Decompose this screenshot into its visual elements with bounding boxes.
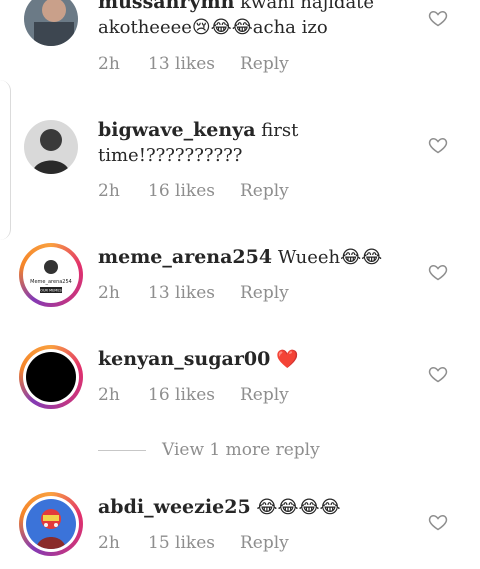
comment-text: kenyan_sugar00 ❤️ [98, 347, 398, 372]
avatar-story-ring[interactable] [19, 345, 83, 409]
comment-body-continued: acha izo [252, 17, 328, 38]
comment-username[interactable]: meme_arena254 [98, 246, 272, 268]
comment-likes[interactable]: 16 likes [148, 181, 240, 201]
comment-username[interactable]: abdi_weezie25 [98, 496, 251, 518]
red-heart-icon: ❤️ [276, 349, 299, 370]
comment-time: 2h [98, 385, 120, 405]
cartoon-avatar [26, 499, 76, 549]
divider [98, 449, 146, 451]
comment-meta: 2h 16 likes Reply [98, 385, 289, 405]
avatar[interactable] [24, 0, 78, 46]
like-heart-icon[interactable] [428, 512, 448, 532]
reply-button[interactable]: Reply [240, 283, 289, 303]
comment-time: 2h [98, 54, 120, 74]
avatar-story-ring[interactable]: Meme_arena254 OUR MEMES [19, 243, 83, 307]
comment-text: meme_arena254 Wueeh😂😂 [98, 245, 398, 270]
reply-button[interactable]: Reply [240, 54, 289, 74]
comment-likes[interactable]: 13 likes [148, 54, 240, 74]
comment-meta: 2h 13 likes Reply [98, 283, 289, 303]
comment-likes[interactable]: 15 likes [148, 533, 240, 553]
reply-button[interactable]: Reply [240, 385, 289, 405]
avatar-story-ring[interactable] [19, 492, 83, 556]
comment-time: 2h [98, 181, 120, 201]
like-heart-icon[interactable] [428, 364, 448, 384]
comment-likes[interactable]: 16 likes [148, 385, 240, 405]
thread-indicator-line [0, 80, 11, 240]
comment-text: mussahrymh kwani hajidate akotheeee😢😂😂ac… [98, 0, 398, 40]
view-more-replies-label: View 1 more reply [162, 440, 320, 460]
black-avatar [26, 352, 76, 402]
comment-time: 2h [98, 533, 120, 553]
comment-meta: 2h 15 likes Reply [98, 533, 289, 553]
comment-text: abdi_weezie25 😂😂😂😂 [98, 495, 398, 520]
comment-emoji: 😢😂😂 [191, 17, 253, 38]
reply-button[interactable]: Reply [240, 533, 289, 553]
comment-time: 2h [98, 283, 120, 303]
comment-text: bigwave_kenya first time!?????????? [98, 118, 398, 168]
reply-button[interactable]: Reply [240, 181, 289, 201]
like-heart-icon[interactable] [428, 262, 448, 282]
avatar-label-top: Meme_arena254 [30, 279, 72, 285]
comment-username[interactable]: mussahrymh [98, 0, 234, 13]
comment-likes[interactable]: 13 likes [148, 283, 240, 303]
like-heart-icon[interactable] [428, 8, 448, 28]
comment-username[interactable]: bigwave_kenya [98, 119, 256, 141]
comment-body: Wueeh [277, 247, 341, 268]
comment-meta: 2h 16 likes Reply [98, 181, 289, 201]
comment-meta: 2h 13 likes Reply [98, 54, 289, 74]
like-heart-icon[interactable] [428, 135, 448, 155]
comment-emoji: 😂😂 [340, 247, 383, 268]
view-more-replies-button[interactable]: View 1 more reply [98, 438, 320, 462]
comment-username[interactable]: kenyan_sugar00 [98, 348, 270, 370]
comment-emoji: 😂😂😂😂 [256, 497, 341, 518]
meme-arena-logo-avatar: Meme_arena254 OUR MEMES [26, 250, 76, 300]
avatar[interactable] [24, 120, 78, 174]
avatar-label-bottom: OUR MEMES [40, 289, 62, 293]
